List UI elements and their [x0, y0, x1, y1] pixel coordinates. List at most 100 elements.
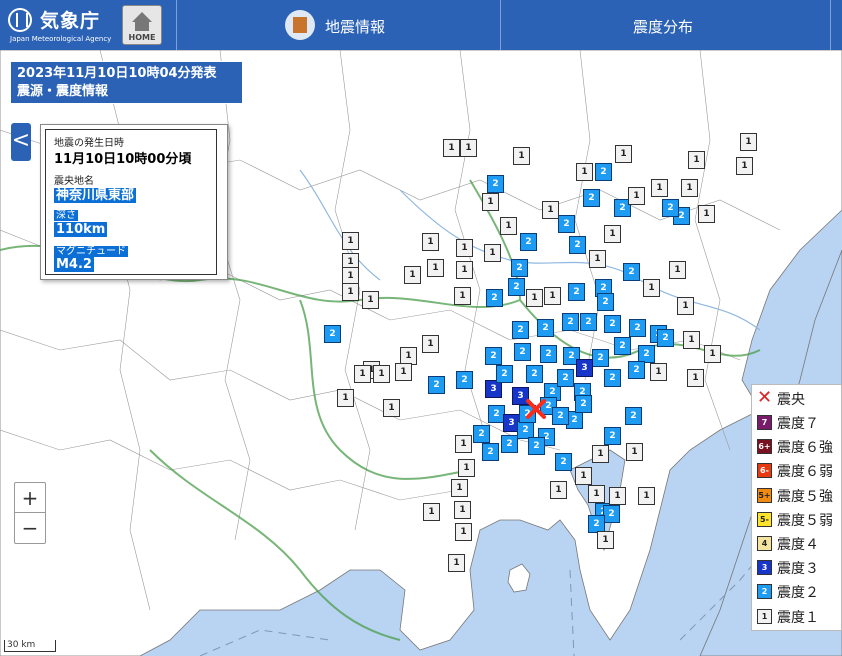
station-marker[interactable]: 2	[595, 163, 612, 181]
home-button[interactable]: HOME	[122, 5, 162, 45]
station-marker[interactable]: 2	[514, 343, 531, 361]
station-marker[interactable]: 1	[704, 345, 721, 363]
station-marker[interactable]: 2	[557, 369, 574, 387]
station-marker[interactable]: 1	[443, 139, 460, 157]
station-marker[interactable]: 2	[487, 175, 504, 193]
station-marker[interactable]: 1	[422, 335, 439, 353]
station-marker[interactable]: 2	[324, 325, 341, 343]
station-marker[interactable]: 2	[552, 407, 569, 425]
station-marker[interactable]: 1	[628, 187, 645, 205]
station-marker[interactable]: 2	[604, 427, 621, 445]
station-marker[interactable]: 1	[681, 179, 698, 197]
zoom-in-button[interactable]: +	[15, 483, 45, 513]
station-marker[interactable]: 1	[427, 259, 444, 277]
station-marker[interactable]: 1	[597, 531, 614, 549]
station-marker[interactable]: 1	[342, 283, 359, 301]
collapse-panel-button[interactable]: <	[11, 123, 31, 161]
station-marker[interactable]: 2	[597, 293, 614, 311]
station-marker[interactable]: 1	[454, 287, 471, 305]
station-marker[interactable]: 2	[568, 283, 585, 301]
station-marker[interactable]: 1	[395, 363, 412, 381]
station-marker[interactable]: 2	[555, 453, 572, 471]
station-marker[interactable]: 1	[677, 297, 694, 315]
station-marker[interactable]: 1	[526, 289, 543, 307]
zoom-out-button[interactable]: −	[15, 513, 45, 543]
station-marker[interactable]: 2	[512, 321, 529, 339]
station-marker[interactable]: 1	[550, 481, 567, 499]
station-marker[interactable]: 2	[628, 361, 645, 379]
station-marker[interactable]: 1	[484, 244, 501, 262]
station-marker[interactable]: 2	[604, 315, 621, 333]
station-marker[interactable]: 1	[373, 365, 390, 383]
station-marker[interactable]: 1	[638, 487, 655, 505]
agency-logo[interactable]: 気象庁 Japan Meteorological Agency	[8, 6, 116, 46]
station-marker[interactable]: 2	[486, 289, 503, 307]
station-marker[interactable]: 1	[736, 157, 753, 175]
station-marker[interactable]: 1	[500, 217, 517, 235]
station-marker[interactable]: 2	[662, 199, 679, 217]
station-marker[interactable]: 1	[342, 232, 359, 250]
station-marker[interactable]: 1	[575, 467, 592, 485]
station-marker[interactable]: 1	[456, 261, 473, 279]
station-marker[interactable]: 2	[508, 278, 525, 296]
station-marker[interactable]: 2	[473, 425, 490, 443]
station-marker[interactable]: 1	[454, 501, 471, 519]
station-marker[interactable]: 2	[604, 369, 621, 387]
station-marker[interactable]: 1	[669, 261, 686, 279]
station-marker[interactable]: 1	[740, 133, 757, 151]
station-marker[interactable]: 1	[448, 554, 465, 572]
station-marker[interactable]: 2	[580, 313, 597, 331]
station-marker[interactable]: 1	[544, 287, 561, 305]
station-marker[interactable]: 1	[688, 151, 705, 169]
station-marker[interactable]: 2	[485, 347, 502, 365]
station-marker[interactable]: 2	[575, 395, 592, 413]
station-marker[interactable]: 1	[337, 389, 354, 407]
station-marker[interactable]: 2	[592, 349, 609, 367]
station-marker[interactable]: 1	[651, 179, 668, 197]
station-marker[interactable]: 1	[451, 479, 468, 497]
station-marker[interactable]: 2	[537, 319, 554, 337]
station-marker[interactable]: 2	[625, 407, 642, 425]
station-marker[interactable]: 2	[558, 215, 575, 233]
station-marker[interactable]: 2	[614, 337, 631, 355]
station-marker[interactable]: 1	[542, 201, 559, 219]
station-marker[interactable]: 2	[629, 319, 646, 337]
station-marker[interactable]: 2	[526, 365, 543, 383]
station-marker[interactable]: 1	[609, 487, 626, 505]
station-marker[interactable]: 2	[623, 263, 640, 281]
station-marker[interactable]: 2	[428, 376, 445, 394]
station-marker[interactable]: 1	[458, 459, 475, 477]
station-marker[interactable]: 1	[589, 250, 606, 268]
station-marker[interactable]: 1	[422, 233, 439, 251]
station-marker[interactable]: 1	[576, 163, 593, 181]
station-marker[interactable]: 1	[513, 147, 530, 165]
station-marker[interactable]: 1	[626, 443, 643, 461]
station-marker[interactable]: 2	[482, 443, 499, 461]
station-marker[interactable]: 1	[362, 291, 379, 309]
station-marker[interactable]: 1	[455, 523, 472, 541]
station-marker[interactable]: 1	[650, 363, 667, 381]
station-marker[interactable]: 2	[511, 259, 528, 277]
station-marker[interactable]: 1	[482, 193, 499, 211]
station-marker[interactable]: 1	[643, 279, 660, 297]
station-marker[interactable]: 1	[604, 225, 621, 243]
station-marker[interactable]: 2	[496, 365, 513, 383]
station-marker[interactable]: 1	[455, 435, 472, 453]
station-marker[interactable]: 1	[592, 445, 609, 463]
station-marker[interactable]: 1	[588, 485, 605, 503]
station-marker[interactable]: 1	[456, 239, 473, 257]
station-marker[interactable]: 2	[603, 505, 620, 523]
station-marker[interactable]: 2	[528, 437, 545, 455]
station-marker[interactable]: 1	[383, 399, 400, 417]
station-marker[interactable]: 2	[540, 345, 557, 363]
station-marker[interactable]: 1	[354, 365, 371, 383]
station-marker[interactable]: 1	[698, 205, 715, 223]
station-marker[interactable]: 2	[456, 371, 473, 389]
station-marker[interactable]: 2	[520, 233, 537, 251]
station-marker[interactable]: 2	[583, 189, 600, 207]
station-marker[interactable]: 1	[460, 139, 477, 157]
station-marker[interactable]: 1	[404, 266, 421, 284]
station-marker[interactable]: 1	[683, 331, 700, 349]
station-marker[interactable]: 2	[657, 329, 674, 347]
station-marker[interactable]: 1	[687, 369, 704, 387]
